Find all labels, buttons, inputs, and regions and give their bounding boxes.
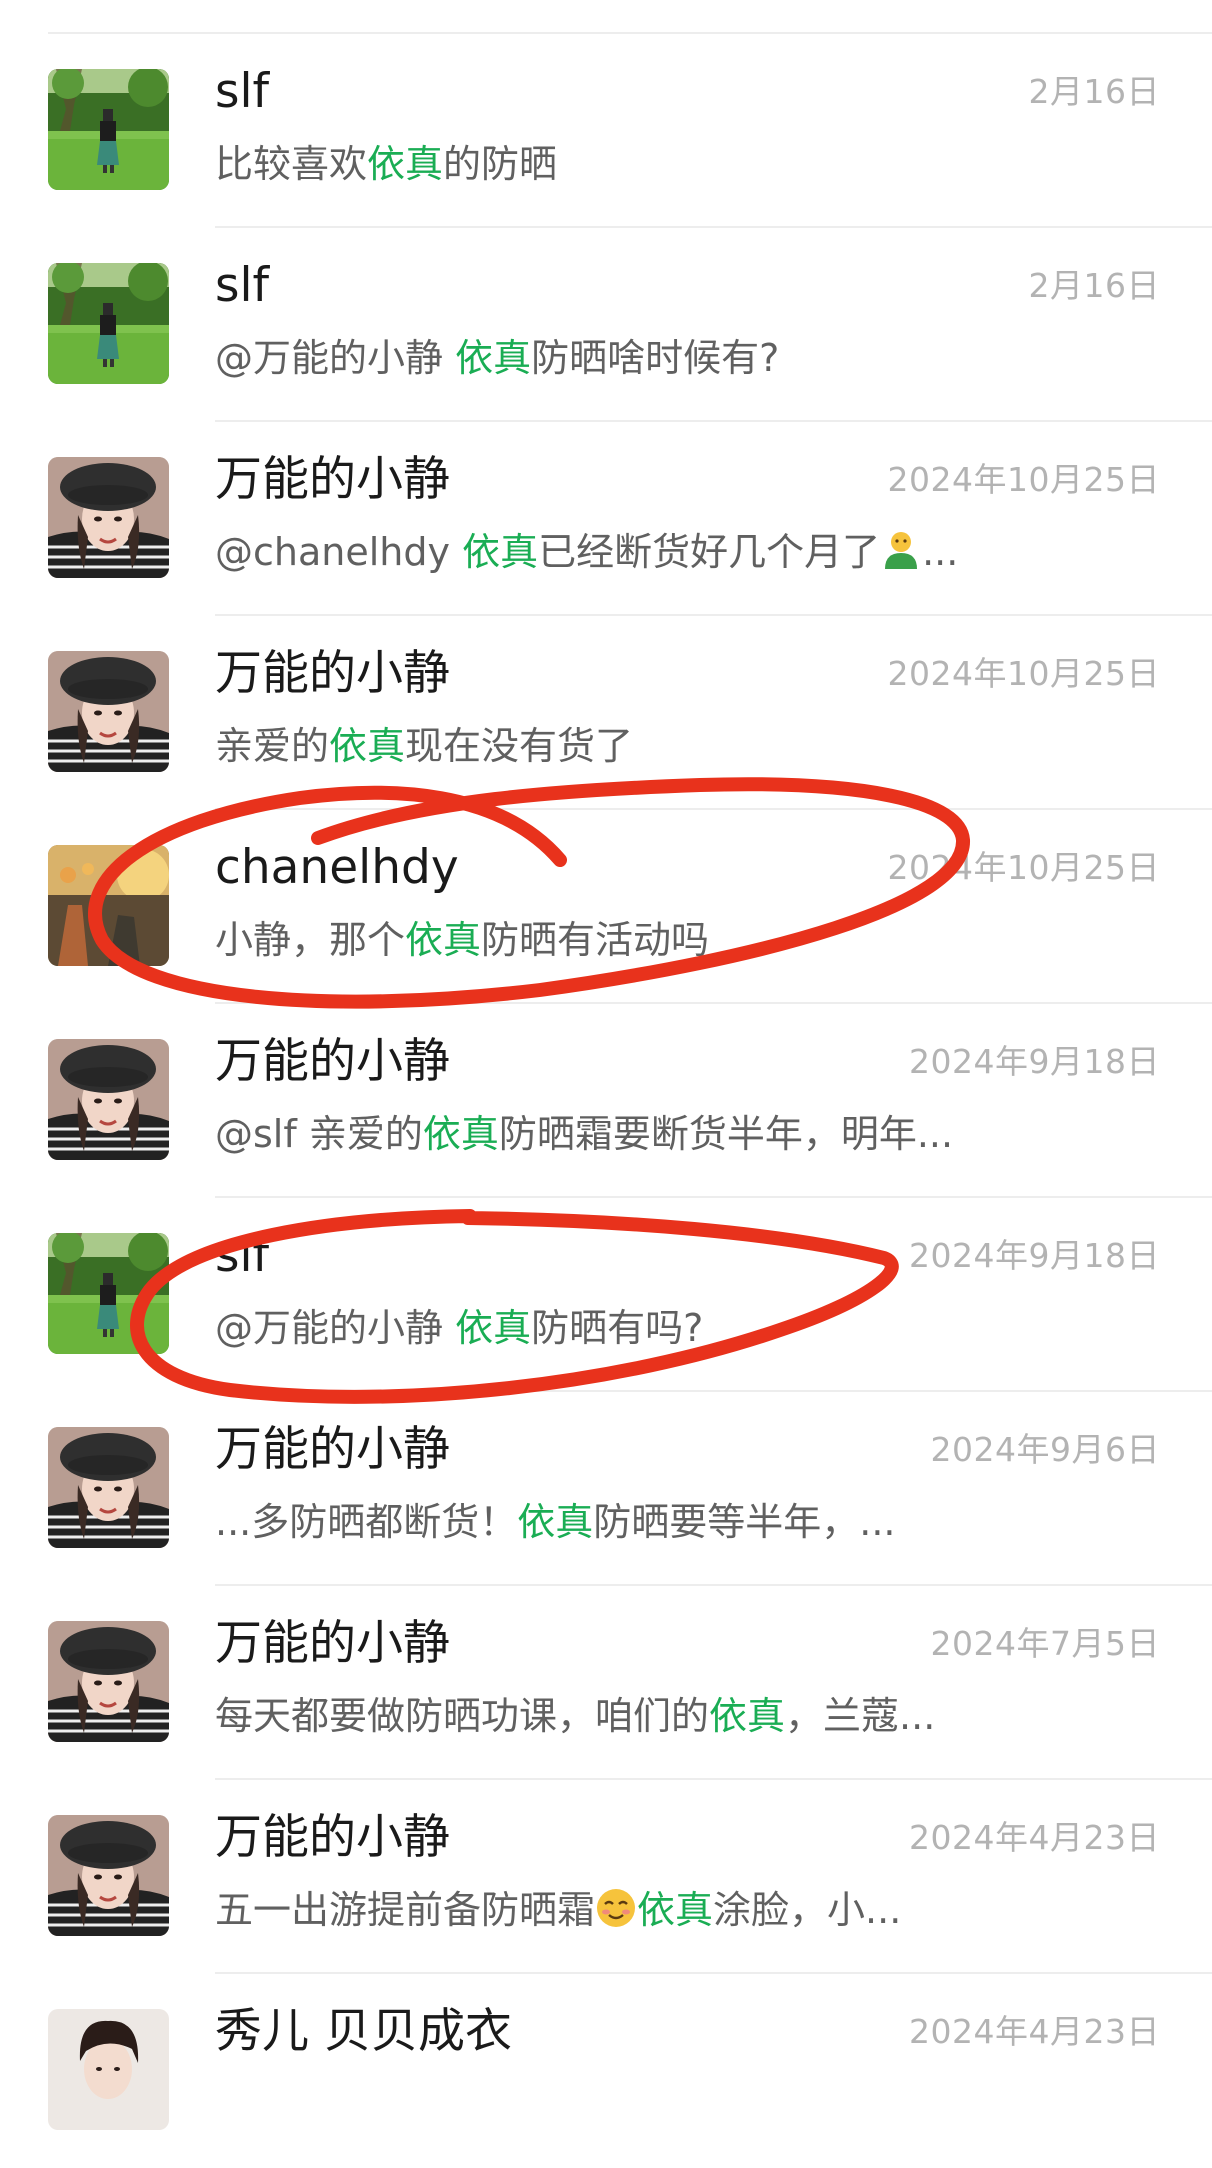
keyword-highlight: 依真	[517, 1500, 594, 1544]
message-preview: 亲爱的依真现在没有货了	[215, 724, 634, 768]
message-preview: @chanelhdy 依真已经断货好几个月了...	[215, 529, 959, 574]
sender-name: 万能的小静	[215, 1810, 450, 1865]
list-item[interactable]: 秀儿 贝贝成衣 2024年4月23日	[0, 1974, 1212, 2168]
message-preview: ...多防晒都断货！依真防晒要等半年，...	[215, 1500, 896, 1544]
avatar[interactable]	[48, 69, 169, 190]
keyword-highlight: 依真	[329, 724, 406, 768]
message-date: 2024年9月6日	[930, 1430, 1160, 1469]
message-preview: @万能的小静 依真防晒啥时候有?	[215, 336, 780, 380]
search-results-list: slf 2月16日 比较喜欢依真的防晒 slf 2月16日 @万能的小静 依真防…	[0, 34, 1212, 2168]
list-item[interactable]: slf 2月16日 @万能的小静 依真防晒啥时候有?	[0, 228, 1212, 422]
list-item[interactable]: 万能的小静 2024年9月18日 @slf 亲爱的依真防晒霜要断货半年，明年..…	[0, 1004, 1212, 1198]
avatar[interactable]	[48, 1039, 169, 1160]
keyword-highlight: 依真	[709, 1694, 786, 1738]
keyword-highlight: 依真	[367, 142, 444, 186]
keyword-highlight: 依真	[422, 1112, 499, 1156]
avatar[interactable]	[48, 1621, 169, 1742]
message-preview: @slf 亲爱的依真防晒霜要断货半年，明年...	[215, 1112, 954, 1156]
list-item[interactable]: 万能的小静 2024年10月25日 @chanelhdy 依真已经断货好几个月了…	[0, 422, 1212, 616]
message-preview: 五一出游提前备防晒霜 依真涂脸，小...	[215, 1887, 902, 1932]
sender-name: 万能的小静	[215, 1422, 450, 1477]
avatar[interactable]	[48, 1233, 169, 1354]
message-preview: @万能的小静 依真防晒有吗?	[215, 1306, 704, 1350]
sender-name: 万能的小静	[215, 646, 450, 701]
sender-name: slf	[215, 64, 270, 119]
list-item[interactable]: chanelhdy 2024年10月25日 小静，那个依真防晒有活动吗	[0, 810, 1212, 1004]
sender-name: 万能的小静	[215, 1616, 450, 1671]
person-emoji-icon	[880, 529, 922, 571]
avatar[interactable]	[48, 1815, 169, 1936]
avatar[interactable]	[48, 2009, 169, 2130]
message-date: 2024年9月18日	[909, 1236, 1160, 1275]
message-date: 2024年10月25日	[887, 460, 1160, 499]
message-date: 2024年7月5日	[930, 1624, 1160, 1663]
sender-name: slf	[215, 258, 270, 313]
message-date: 2024年10月25日	[887, 848, 1160, 887]
list-item[interactable]: 万能的小静 2024年7月5日 每天都要做防晒功课，咱们的依真，兰蔻...	[0, 1586, 1212, 1780]
keyword-highlight: 依真	[462, 530, 539, 574]
sender-name: 秀儿 贝贝成衣	[215, 2004, 512, 2059]
message-date: 2月16日	[1028, 72, 1160, 111]
avatar[interactable]	[48, 263, 169, 384]
message-preview: 比较喜欢依真的防晒	[215, 142, 558, 186]
sender-name: slf	[215, 1228, 270, 1283]
message-preview: 小静，那个依真防晒有活动吗	[215, 918, 710, 962]
keyword-highlight: 依真	[455, 336, 532, 380]
sender-name: chanelhdy	[215, 840, 459, 895]
message-date: 2024年4月23日	[909, 1818, 1160, 1857]
keyword-highlight: 依真	[455, 1306, 532, 1350]
list-item[interactable]: slf 2024年9月18日 @万能的小静 依真防晒有吗?	[0, 1198, 1212, 1392]
list-item[interactable]: 万能的小静 2024年9月6日 ...多防晒都断货！依真防晒要等半年，...	[0, 1392, 1212, 1586]
message-date: 2月16日	[1028, 266, 1160, 305]
list-item[interactable]: 万能的小静 2024年4月23日 五一出游提前备防晒霜 依真涂脸，小...	[0, 1780, 1212, 1974]
message-date: 2024年10月25日	[887, 654, 1160, 693]
message-date: 2024年9月18日	[909, 1042, 1160, 1081]
avatar[interactable]	[48, 1427, 169, 1548]
sender-name: 万能的小静	[215, 452, 450, 507]
keyword-highlight: 依真	[637, 1888, 714, 1932]
message-date: 2024年4月23日	[909, 2012, 1160, 2051]
avatar[interactable]	[48, 845, 169, 966]
message-preview: 每天都要做防晒功课，咱们的依真，兰蔻...	[215, 1694, 936, 1738]
avatar[interactable]	[48, 457, 169, 578]
blush-emoji-icon	[595, 1887, 637, 1929]
list-item[interactable]: 万能的小静 2024年10月25日 亲爱的依真现在没有货了	[0, 616, 1212, 810]
keyword-highlight: 依真	[405, 918, 482, 962]
list-item[interactable]: slf 2月16日 比较喜欢依真的防晒	[0, 34, 1212, 228]
sender-name: 万能的小静	[215, 1034, 450, 1089]
avatar[interactable]	[48, 651, 169, 772]
